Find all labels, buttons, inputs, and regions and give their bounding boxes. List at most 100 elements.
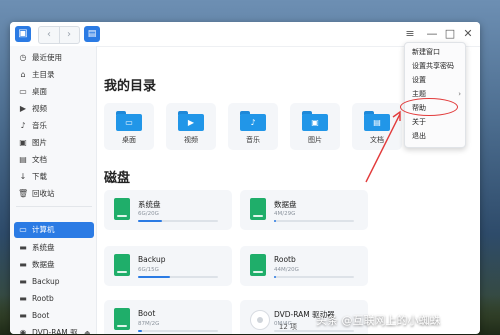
- sidebar-item-label: 计算机: [32, 225, 55, 234]
- disk-card-backup[interactable]: Backup 6G/15G: [104, 246, 232, 286]
- sidebar-item-label: 数据盘: [32, 260, 55, 269]
- disk-icon: ▬: [19, 260, 27, 269]
- sidebar-item-label: 系统盘: [32, 243, 55, 252]
- nav-buttons: ‹ ›: [38, 26, 80, 44]
- sidebar-item-downloads[interactable]: ↓ 下载: [14, 169, 94, 185]
- disk-name: Boot: [138, 309, 156, 318]
- disk-name: 系统盘: [138, 200, 161, 209]
- folder-video[interactable]: ▶ 视频: [166, 103, 216, 150]
- folder-label: 视频: [184, 136, 198, 144]
- disk-usage-fill: [274, 276, 276, 278]
- sidebar-item-label: 回收站: [32, 189, 55, 198]
- menu-item-exit[interactable]: 退出: [405, 130, 465, 143]
- sidebar-item-music[interactable]: ♪ 音乐: [14, 118, 94, 134]
- sidebar-item-home[interactable]: ⌂ 主目录: [14, 67, 94, 83]
- folder-icon: ♪: [240, 111, 266, 131]
- disk-icon: ▬: [19, 311, 27, 320]
- disk-card-rootb[interactable]: Rootb 44M/20G: [240, 246, 368, 286]
- disk-usage-fill: [274, 220, 276, 222]
- clock-icon: ◷: [19, 53, 27, 62]
- back-button[interactable]: ‹: [39, 27, 60, 43]
- folder-pictures[interactable]: ▣ 图片: [290, 103, 340, 150]
- folder-desktop[interactable]: ▭ 桌面: [104, 103, 154, 150]
- disk-usage-fill: [138, 220, 162, 222]
- optical-drive-icon: ◉: [19, 328, 27, 334]
- disk-icon: ▬: [19, 277, 27, 286]
- main-menu-dropdown: 新建窗口 设置共享密码 设置 主题 › 帮助 关于 退出: [404, 42, 466, 148]
- desktop-icon: ▭: [19, 87, 27, 96]
- menu-item-label: 退出: [412, 132, 426, 140]
- disk-usage-bar: [274, 276, 354, 278]
- disk-icon: [114, 254, 130, 276]
- view-mode-icon[interactable]: ▤: [84, 26, 100, 42]
- document-icon: ▤: [19, 155, 27, 164]
- sidebar-item-label: Boot: [32, 311, 50, 320]
- folder-music[interactable]: ♪ 音乐: [228, 103, 278, 150]
- maximize-icon[interactable]: □: [442, 26, 458, 42]
- sidebar-item-documents[interactable]: ▤ 文档: [14, 152, 94, 168]
- sidebar-item-recent[interactable]: ◷ 最近使用: [14, 50, 94, 66]
- sidebar-divider: [16, 206, 92, 207]
- sidebar-item-label: 文档: [32, 155, 47, 164]
- sidebar-item-label: 下载: [32, 172, 47, 181]
- sidebar-item-label: Backup: [32, 277, 60, 286]
- disk-usage-fill: [138, 276, 170, 278]
- disk-size: 6G/20G: [138, 211, 159, 217]
- sidebar-item-boot[interactable]: ▬ Boot: [14, 308, 94, 324]
- disk-size: 4M/29G: [274, 211, 296, 217]
- folder-label: 桌面: [122, 136, 136, 144]
- menu-icon[interactable]: ≡: [402, 26, 418, 42]
- watermark: 头条 @互联网上的小蜘蛛: [316, 314, 441, 327]
- menu-item-label: 设置: [412, 76, 426, 84]
- close-icon[interactable]: ✕: [460, 26, 476, 42]
- sidebar-item-data-disk[interactable]: ▬ 数据盘: [14, 257, 94, 273]
- sidebar-item-video[interactable]: ▶ 视频: [14, 101, 94, 117]
- menu-item-label: 新建窗口: [412, 48, 440, 56]
- sidebar-item-label: DVD-RAM 驱...: [32, 328, 85, 334]
- eject-icon[interactable]: ⏏: [84, 325, 91, 334]
- disk-name: Backup: [138, 255, 166, 264]
- sidebar-item-rootb[interactable]: ▬ Rootb: [14, 291, 94, 307]
- sidebar-item-label: 最近使用: [32, 53, 62, 62]
- disk-card-system[interactable]: 系统盘 6G/20G: [104, 190, 232, 230]
- disk-icon: [114, 198, 130, 220]
- video-icon: ▶: [19, 104, 27, 113]
- disks-title: 磁盘: [104, 171, 131, 186]
- sidebar-item-label: 桌面: [32, 87, 47, 96]
- folder-icon: ▶: [178, 111, 204, 131]
- minimize-icon[interactable]: —: [424, 26, 440, 42]
- menu-item-label: 设置共享密码: [412, 62, 454, 70]
- chevron-right-icon: ›: [458, 90, 461, 98]
- sidebar-item-label: 主目录: [32, 70, 55, 79]
- sidebar-item-backup[interactable]: ▬ Backup: [14, 274, 94, 290]
- menu-item-new-window[interactable]: 新建窗口: [405, 46, 465, 59]
- annotation-arrow: [365, 110, 401, 183]
- disk-usage-bar: [274, 220, 354, 222]
- forward-button[interactable]: ›: [59, 27, 79, 43]
- sidebar-item-dvd[interactable]: ◉ DVD-RAM 驱... ⏏: [14, 325, 94, 334]
- sidebar-item-label: 视频: [32, 104, 47, 113]
- sidebar-item-system-disk[interactable]: ▬ 系统盘: [14, 240, 94, 256]
- sidebar: ◷ 最近使用 ⌂ 主目录 ▭ 桌面 ▶ 视频 ♪ 音乐 ▣ 图片 ▤ 文档 ↓: [10, 46, 97, 334]
- download-icon: ↓: [19, 172, 27, 181]
- sidebar-item-computer[interactable]: ▭ 计算机: [14, 222, 94, 238]
- music-icon: ♪: [20, 121, 26, 130]
- sidebar-item-pictures[interactable]: ▣ 图片: [14, 135, 94, 151]
- sidebar-item-label: 图片: [32, 138, 47, 147]
- folder-label: 图片: [308, 136, 322, 144]
- sidebar-item-trash[interactable]: 🗑 回收站: [14, 186, 94, 202]
- my-directories-title: 我的目录: [104, 79, 157, 94]
- disk-size: 6G/15G: [138, 267, 159, 273]
- disk-usage-bar: [138, 220, 218, 222]
- menu-item-settings[interactable]: 设置: [405, 74, 465, 87]
- computer-icon: ▭: [19, 225, 27, 234]
- sidebar-item-label: Rootb: [32, 294, 54, 303]
- disk-usage-bar: [138, 276, 218, 278]
- sidebar-item-desktop[interactable]: ▭ 桌面: [14, 84, 94, 100]
- menu-item-share-password[interactable]: 设置共享密码: [405, 60, 465, 73]
- disk-name: 数据盘: [274, 200, 297, 209]
- picture-icon: ▣: [19, 138, 27, 147]
- menu-item-about[interactable]: 关于: [405, 116, 465, 129]
- disk-card-data[interactable]: 数据盘 4M/29G: [240, 190, 368, 230]
- disk-name: Rootb: [274, 255, 296, 264]
